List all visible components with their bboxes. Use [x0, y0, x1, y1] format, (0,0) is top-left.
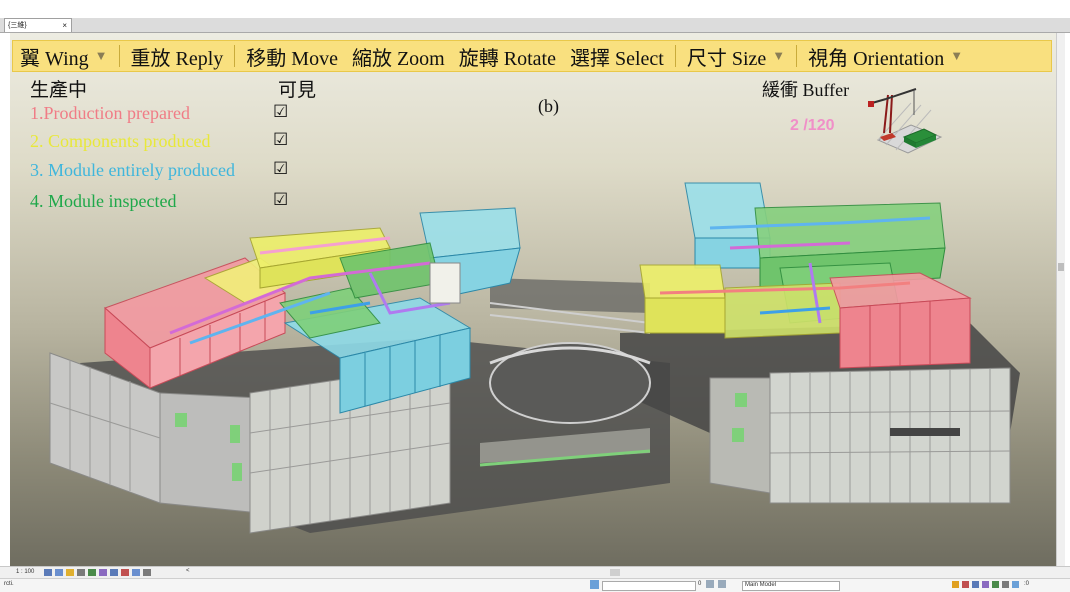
menu-divider [118, 45, 120, 67]
model-selector-value: Main Model [745, 582, 777, 588]
sun-path-icon[interactable] [66, 569, 74, 576]
temporary-view-icon[interactable] [143, 569, 151, 576]
in-production-heading: 生產中 [30, 80, 88, 101]
size-label: 尺寸 Size [686, 47, 767, 70]
checkbox-production-prepared[interactable]: ☑ [273, 102, 288, 122]
legend-module-inspected: 4. Module inspected [30, 191, 177, 211]
chevron-down-icon: ▼ [94, 48, 108, 63]
model-selector[interactable]: Main Model [742, 581, 840, 591]
select-by-face-icon[interactable] [982, 581, 989, 588]
status-text: rcti. [4, 581, 14, 587]
checkbox-module-inspected[interactable]: ☑ [273, 190, 288, 210]
legend-components-produced: 2. Components produced [30, 131, 211, 151]
orientation-label: 視角 Orientation [808, 47, 945, 70]
wing-label: 翼 Wing [20, 47, 89, 70]
render-icon[interactable] [88, 569, 96, 576]
reply-button[interactable]: 重放 Reply [124, 42, 231, 71]
orientation-dropdown[interactable]: 視角 Orientation ▼ [801, 42, 970, 71]
editable-only-icon[interactable] [706, 580, 714, 588]
legend-production-prepared: 1.Production prepared [30, 103, 190, 123]
view-control-icons [44, 569, 151, 576]
horizontal-scroll-thumb[interactable] [610, 569, 620, 576]
zero-label: 0 [698, 581, 702, 587]
scale-label[interactable]: 1 : 100 [16, 569, 34, 575]
select-underlay-icon[interactable] [962, 581, 969, 588]
scrollbar-thumb[interactable] [1058, 263, 1064, 271]
expand-icon[interactable]: < [186, 568, 190, 574]
stair-core-left [429, 262, 461, 304]
select-button[interactable]: 選擇 Select [563, 42, 671, 71]
tab-3d-view[interactable]: {三維} × [4, 18, 72, 32]
filter-count: :0 [1024, 581, 1030, 587]
tab-3d-view-label: {三維} [8, 22, 27, 29]
crop-view-icon[interactable] [99, 569, 107, 576]
select-links-icon[interactable] [952, 581, 959, 588]
workset-icon[interactable] [590, 580, 599, 589]
menu-divider [234, 45, 236, 67]
wing-dropdown[interactable]: 翼 Wing ▼ [13, 42, 115, 71]
legend-module-entirely-produced: 3. Module entirely produced [30, 160, 235, 180]
size-dropdown[interactable]: 尺寸 Size ▼ [680, 42, 792, 71]
hide-isolate-icon[interactable] [121, 569, 129, 576]
buffer-count: 2 /120 [790, 117, 835, 134]
visible-heading: 可見 [278, 80, 317, 101]
rotate-button[interactable]: 旋轉 Rotate [452, 42, 563, 71]
status-bar: rcti. 0 Main Model :0 [0, 578, 1070, 592]
background-process-icon[interactable] [1002, 581, 1009, 588]
reveal-hidden-icon[interactable] [132, 569, 140, 576]
menu-divider [674, 45, 676, 67]
design-options-icon[interactable] [718, 580, 726, 588]
select-pinned-icon[interactable] [972, 581, 979, 588]
3d-viewport[interactable]: 翼 Wing ▼ 重放 Reply 移動 Move 縮放 Zoom 旋轉 Rot… [10, 33, 1056, 566]
checkbox-module-entirely-produced[interactable]: ☑ [273, 159, 288, 179]
filter-icon[interactable] [1012, 581, 1019, 588]
close-icon[interactable]: × [62, 19, 67, 32]
crane-buffer-icon [868, 88, 943, 154]
selection-filter-icons [952, 581, 1019, 588]
lock-view-icon[interactable] [110, 569, 118, 576]
subfigure-label: (b) [538, 96, 559, 116]
zoom-button[interactable]: 縮放 Zoom [345, 42, 452, 71]
drag-elements-icon[interactable] [992, 581, 999, 588]
visual-style-icon[interactable] [55, 569, 63, 576]
chevron-down-icon: ▼ [772, 48, 786, 63]
checkbox-components-produced[interactable]: ☑ [273, 130, 288, 150]
chevron-down-icon: ▼ [950, 48, 964, 63]
detail-level-icon[interactable] [44, 569, 52, 576]
vertical-scrollbar[interactable] [1056, 33, 1065, 566]
workset-field[interactable] [602, 581, 696, 591]
move-button[interactable]: 移動 Move [239, 42, 345, 71]
command-menu-bar: 翼 Wing ▼ 重放 Reply 移動 Move 縮放 Zoom 旋轉 Rot… [12, 40, 1052, 72]
buffer-heading: 緩衝 Buffer [762, 80, 850, 100]
shadows-icon[interactable] [77, 569, 85, 576]
view-tab-bar: {三維} × [0, 18, 1070, 33]
menu-divider [796, 45, 798, 67]
